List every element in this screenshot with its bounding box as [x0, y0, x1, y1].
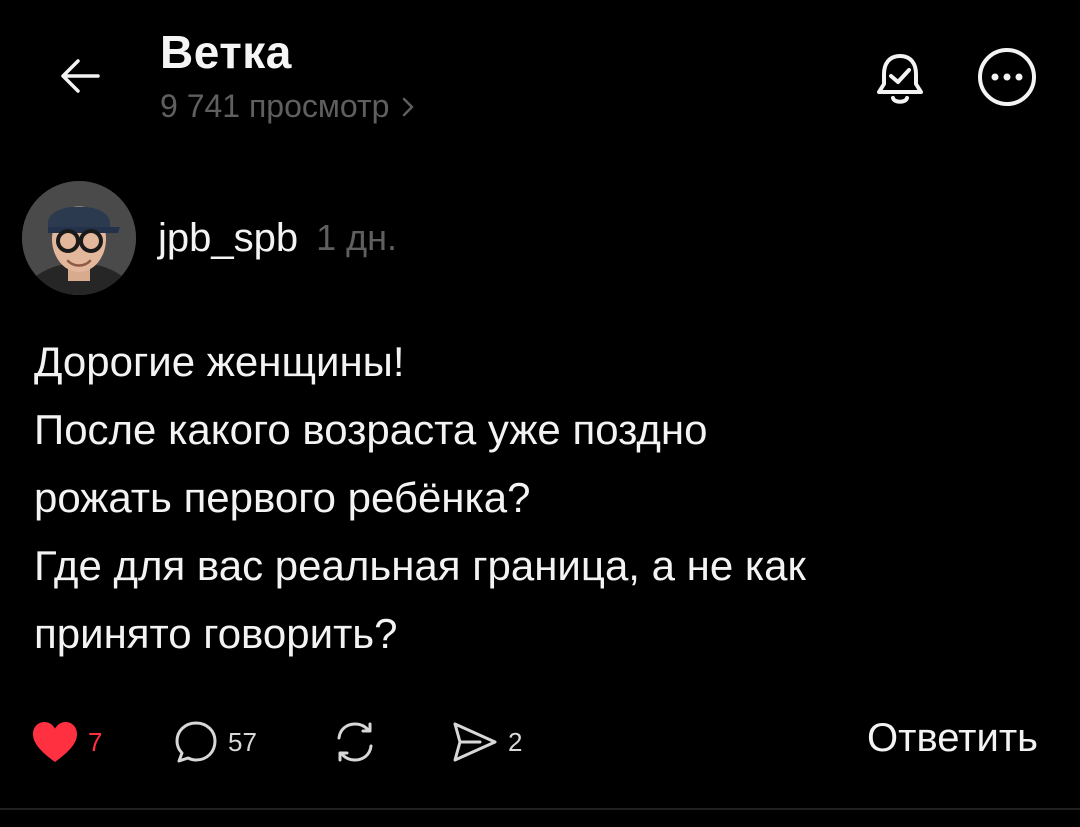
- arrow-left-icon: [61, 59, 100, 93]
- comment-button[interactable]: 57: [172, 712, 257, 772]
- like-button[interactable]: 7: [30, 712, 102, 772]
- post-line: принято говорить?: [34, 610, 398, 657]
- avatar[interactable]: [22, 181, 136, 295]
- title-block: Ветка 9 741 просмотр: [160, 24, 415, 126]
- notifications-button[interactable]: [870, 48, 930, 108]
- post-line: После какого возраста уже поздно: [34, 406, 708, 453]
- share-button[interactable]: 2: [450, 712, 522, 772]
- repost-icon: [337, 722, 373, 762]
- views-link[interactable]: 9 741 просмотр: [160, 86, 415, 126]
- bell-check-icon: [877, 54, 923, 104]
- heart-icon: [33, 722, 77, 762]
- post-time: 1 дн.: [316, 217, 398, 258]
- reply-button[interactable]: Ответить: [867, 716, 1038, 761]
- share-count: 2: [508, 726, 523, 757]
- comment-bubble-icon: [175, 721, 217, 763]
- views-count: 9 741 просмотр: [160, 88, 390, 124]
- divider: [0, 808, 1080, 810]
- like-count: 7: [88, 726, 103, 757]
- chevron-right-icon: [403, 97, 414, 117]
- more-options-button[interactable]: [974, 44, 1040, 110]
- post-text: Дорогие женщины! После какого возраста у…: [34, 328, 1044, 668]
- post-line: Дорогие женщины!: [34, 338, 405, 385]
- comment-count: 57: [228, 726, 257, 757]
- post-line: Где для вас реальная граница, а не как: [34, 542, 806, 589]
- author-username[interactable]: jpb_spb: [158, 216, 298, 261]
- repost-button[interactable]: [330, 712, 380, 772]
- post-line: рожать первого ребёнка?: [34, 474, 531, 521]
- post-author: jpb_spb 1 дн.: [22, 180, 397, 296]
- avatar-photo: [22, 181, 136, 295]
- page-title: Ветка: [160, 26, 292, 78]
- back-button[interactable]: [52, 48, 108, 104]
- send-icon: [453, 722, 497, 762]
- more-horizontal-icon: [978, 48, 1036, 106]
- post-actions: 7 57 2 Ответить: [30, 712, 1050, 772]
- thread-header: Ветка 9 741 просмотр: [0, 0, 1080, 150]
